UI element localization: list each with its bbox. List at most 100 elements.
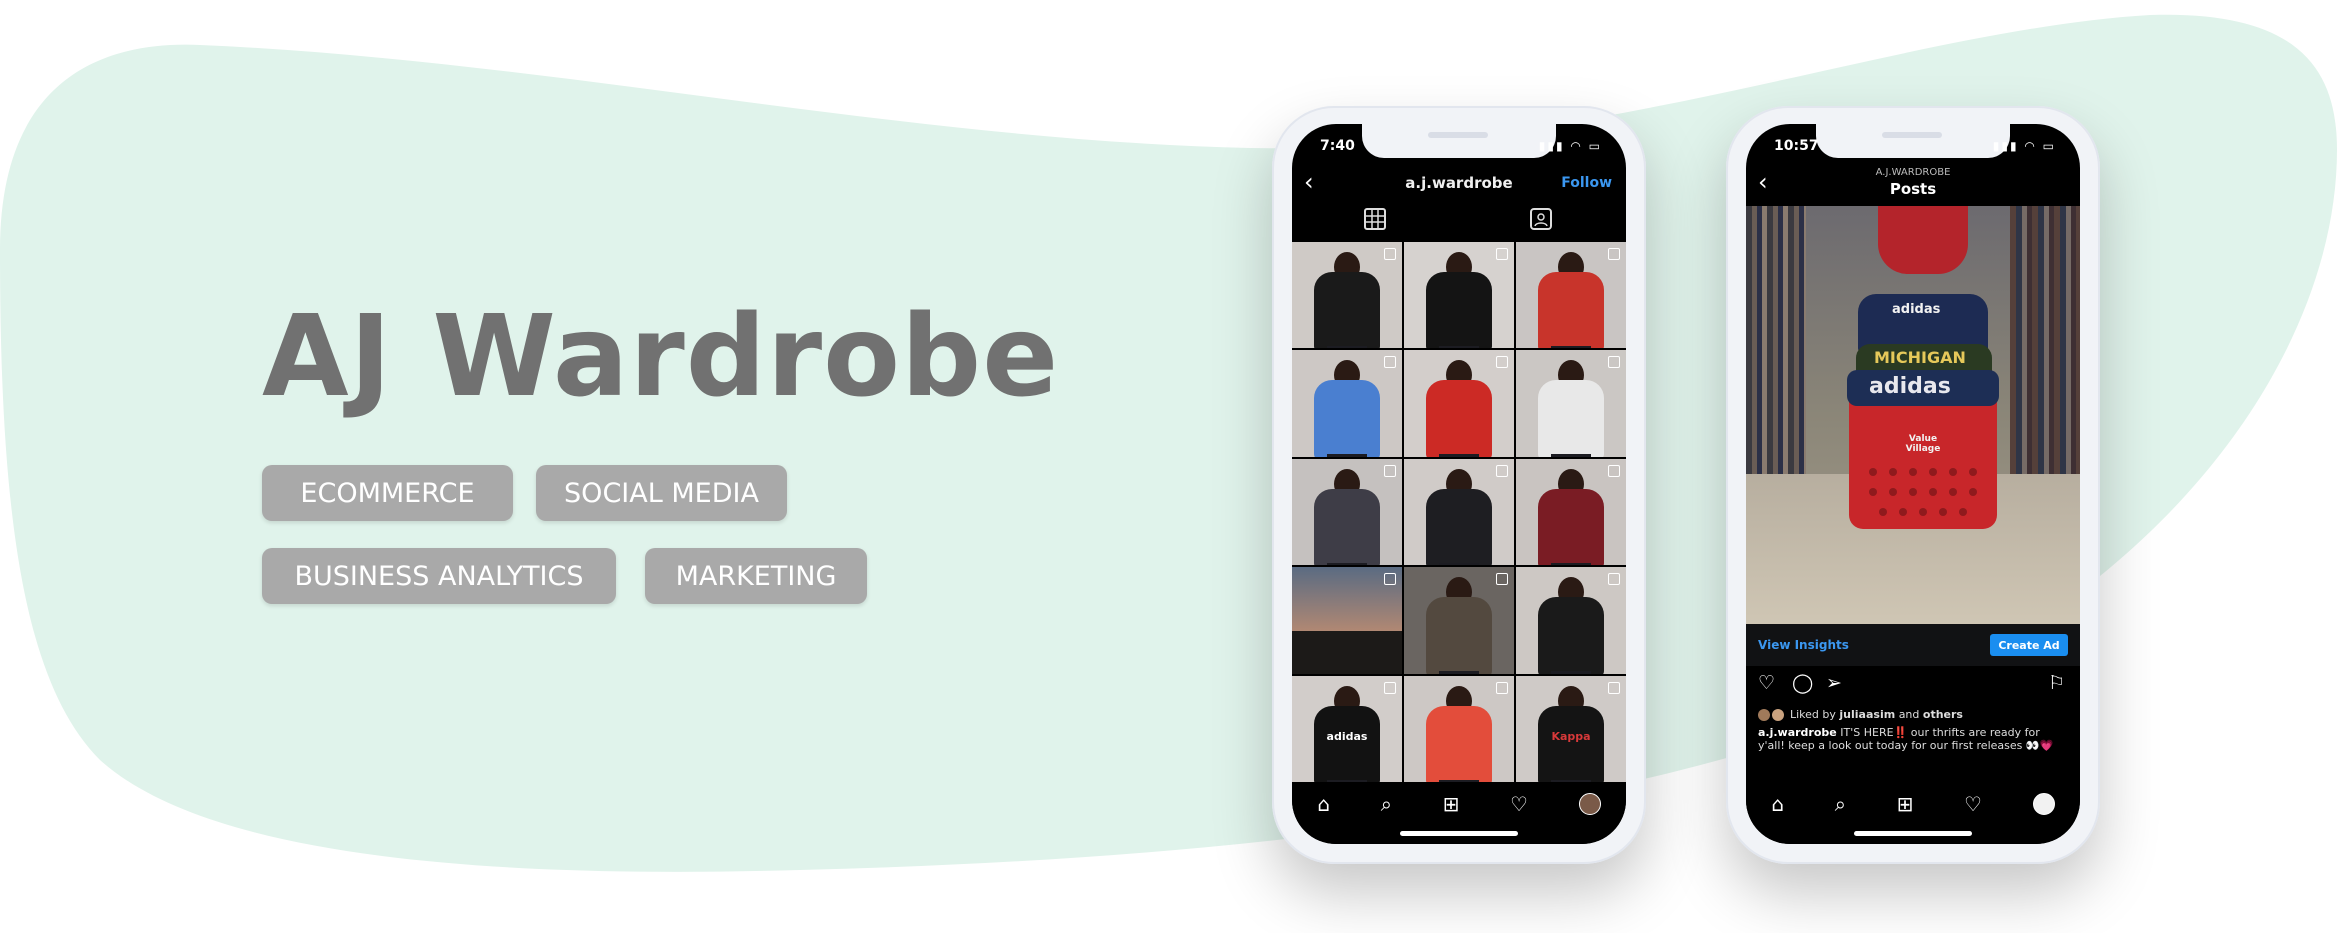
- home-indicator: [1854, 831, 1972, 836]
- shirt-text-michigan: MICHIGAN: [1874, 348, 1966, 367]
- model-shirt: [1426, 380, 1492, 457]
- phone-notch: [1362, 124, 1556, 158]
- grid-post[interactable]: [1516, 350, 1626, 457]
- grid-post[interactable]: Kappa: [1516, 675, 1626, 782]
- model-pants: [1439, 346, 1479, 349]
- multi-post-icon: [1608, 356, 1620, 369]
- cart-label: Value Village: [1905, 434, 1941, 454]
- liked-by-and: and: [1898, 708, 1920, 721]
- shirt-text-adidas: adidas: [1869, 374, 1951, 399]
- multi-post-icon: [1496, 248, 1508, 260]
- home-indicator: [1400, 831, 1518, 836]
- follow-button[interactable]: Follow: [1561, 175, 1612, 191]
- model-shirt: [1426, 705, 1492, 782]
- liked-by-user[interactable]: juliaasim: [1839, 708, 1895, 721]
- phone-mockup-post: 10:57 ▮▮▮ ◠ ▭ ‹ A.J.WARDROBE Posts adida…: [1726, 106, 2100, 864]
- multi-post-icon: [1608, 248, 1620, 260]
- model-pants: [1551, 562, 1591, 566]
- insights-bar: View Insights Create Ad: [1746, 624, 2080, 666]
- grid-post[interactable]: adidas: [1292, 675, 1402, 782]
- create-ad-button[interactable]: Create Ad: [1990, 634, 2068, 656]
- model-pants: [1439, 671, 1479, 674]
- model-shirt: [1538, 272, 1604, 349]
- model-shirt: [1538, 488, 1604, 566]
- status-time: 10:57: [1774, 138, 1819, 154]
- grid-post[interactable]: [1404, 675, 1514, 782]
- caption-username[interactable]: a.j.wardrobe: [1758, 726, 1837, 739]
- liked-by-others[interactable]: others: [1923, 708, 1963, 721]
- grid-post[interactable]: [1292, 567, 1402, 674]
- multi-post-icon: [1496, 573, 1508, 586]
- model-shirt: [1314, 380, 1380, 457]
- heart-icon[interactable]: ♡: [1758, 672, 1775, 694]
- grid-post[interactable]: [1292, 350, 1402, 457]
- shirt-logo: adidas: [1326, 729, 1368, 743]
- grid-post[interactable]: [1516, 242, 1626, 349]
- search-icon[interactable]: ⌕: [1381, 792, 1392, 816]
- multi-post-icon: [1384, 681, 1396, 694]
- grid-icon[interactable]: [1364, 208, 1386, 230]
- profile-post-grid: adidas Kappa: [1292, 242, 1626, 782]
- grid-post[interactable]: [1516, 458, 1626, 566]
- post-caption: a.j.wardrobe IT'S HERE‼️ our thrifts are…: [1758, 726, 2058, 752]
- profile-avatar[interactable]: [2032, 793, 2055, 815]
- post-photo[interactable]: adidas MICHIGAN adidas Value Village: [1746, 206, 2080, 624]
- tag-marketing: MARKETING: [645, 548, 867, 604]
- grid-post[interactable]: [1404, 458, 1514, 566]
- multi-post-icon: [1384, 356, 1396, 369]
- status-time: 7:40: [1320, 138, 1355, 154]
- model-shirt: Kappa: [1538, 705, 1604, 782]
- tagged-icon[interactable]: [1530, 208, 1552, 230]
- model-pants: [1439, 454, 1479, 457]
- model-pants: [1551, 346, 1591, 349]
- multi-post-icon: [1608, 464, 1620, 477]
- grid-post[interactable]: [1292, 458, 1402, 566]
- phone-screen-profile: 7:40 ▮▮▮ ◠ ▭ ‹ a.j.wardrobe Follow adida…: [1292, 124, 1626, 844]
- model-pants: [1551, 454, 1591, 457]
- multi-post-icon: [1608, 573, 1620, 586]
- view-insights-link[interactable]: View Insights: [1758, 638, 1849, 652]
- shirt-text-adidas: adidas: [1892, 302, 1941, 317]
- liker-avatar: [1758, 708, 1770, 721]
- multi-post-icon: [1384, 464, 1396, 477]
- post-screen-title: Posts: [1889, 180, 1937, 198]
- model-pants: [1327, 454, 1367, 457]
- add-post-icon[interactable]: ⊞: [1443, 792, 1460, 816]
- model-shirt: [1426, 597, 1492, 674]
- status-icons: ▮▮▮ ◠ ▭: [1538, 139, 1602, 153]
- phone-mockup-profile: 7:40 ▮▮▮ ◠ ▭ ‹ a.j.wardrobe Follow adida…: [1272, 106, 1646, 864]
- model-pants: [1327, 562, 1367, 566]
- shirt-logo: Kappa: [1551, 729, 1591, 743]
- liker-avatar: [1772, 708, 1784, 721]
- model-shirt: [1426, 488, 1492, 566]
- home-icon[interactable]: ⌂: [1317, 792, 1330, 816]
- model-shirt: [1538, 597, 1604, 674]
- home-icon[interactable]: ⌂: [1771, 792, 1784, 816]
- liked-by-label: Liked by: [1790, 708, 1836, 721]
- folded-shirt: adidas: [1847, 370, 1999, 406]
- heart-icon[interactable]: ♡: [1964, 792, 1982, 816]
- comment-icon[interactable]: ◯: [1792, 672, 1813, 694]
- multi-post-icon: [1496, 681, 1508, 694]
- heart-icon[interactable]: ♡: [1510, 792, 1528, 816]
- likes-line: Liked by juliaasim and others: [1758, 708, 1963, 721]
- share-icon[interactable]: ➢: [1826, 672, 1842, 694]
- search-icon[interactable]: ⌕: [1835, 792, 1846, 816]
- phone-notch: [1816, 124, 2010, 158]
- add-post-icon[interactable]: ⊞: [1897, 792, 1914, 816]
- grid-post[interactable]: [1292, 242, 1402, 349]
- model-pants: [1327, 346, 1367, 349]
- post-account-label: A.J.WARDROBE: [1875, 167, 1951, 178]
- grid-post[interactable]: [1404, 242, 1514, 349]
- multi-post-icon: [1384, 248, 1396, 260]
- model-pants: [1439, 562, 1479, 566]
- grid-post[interactable]: [1404, 567, 1514, 674]
- profile-avatar[interactable]: [1578, 793, 1601, 815]
- multi-post-icon: [1496, 464, 1508, 477]
- bookmark-icon[interactable]: ⚐: [2048, 672, 2065, 694]
- status-icons: ▮▮▮ ◠ ▭: [1992, 139, 2056, 153]
- model-pants: [1551, 671, 1591, 674]
- model-shirt: adidas: [1314, 705, 1380, 782]
- grid-post[interactable]: [1516, 567, 1626, 674]
- grid-post[interactable]: [1404, 350, 1514, 457]
